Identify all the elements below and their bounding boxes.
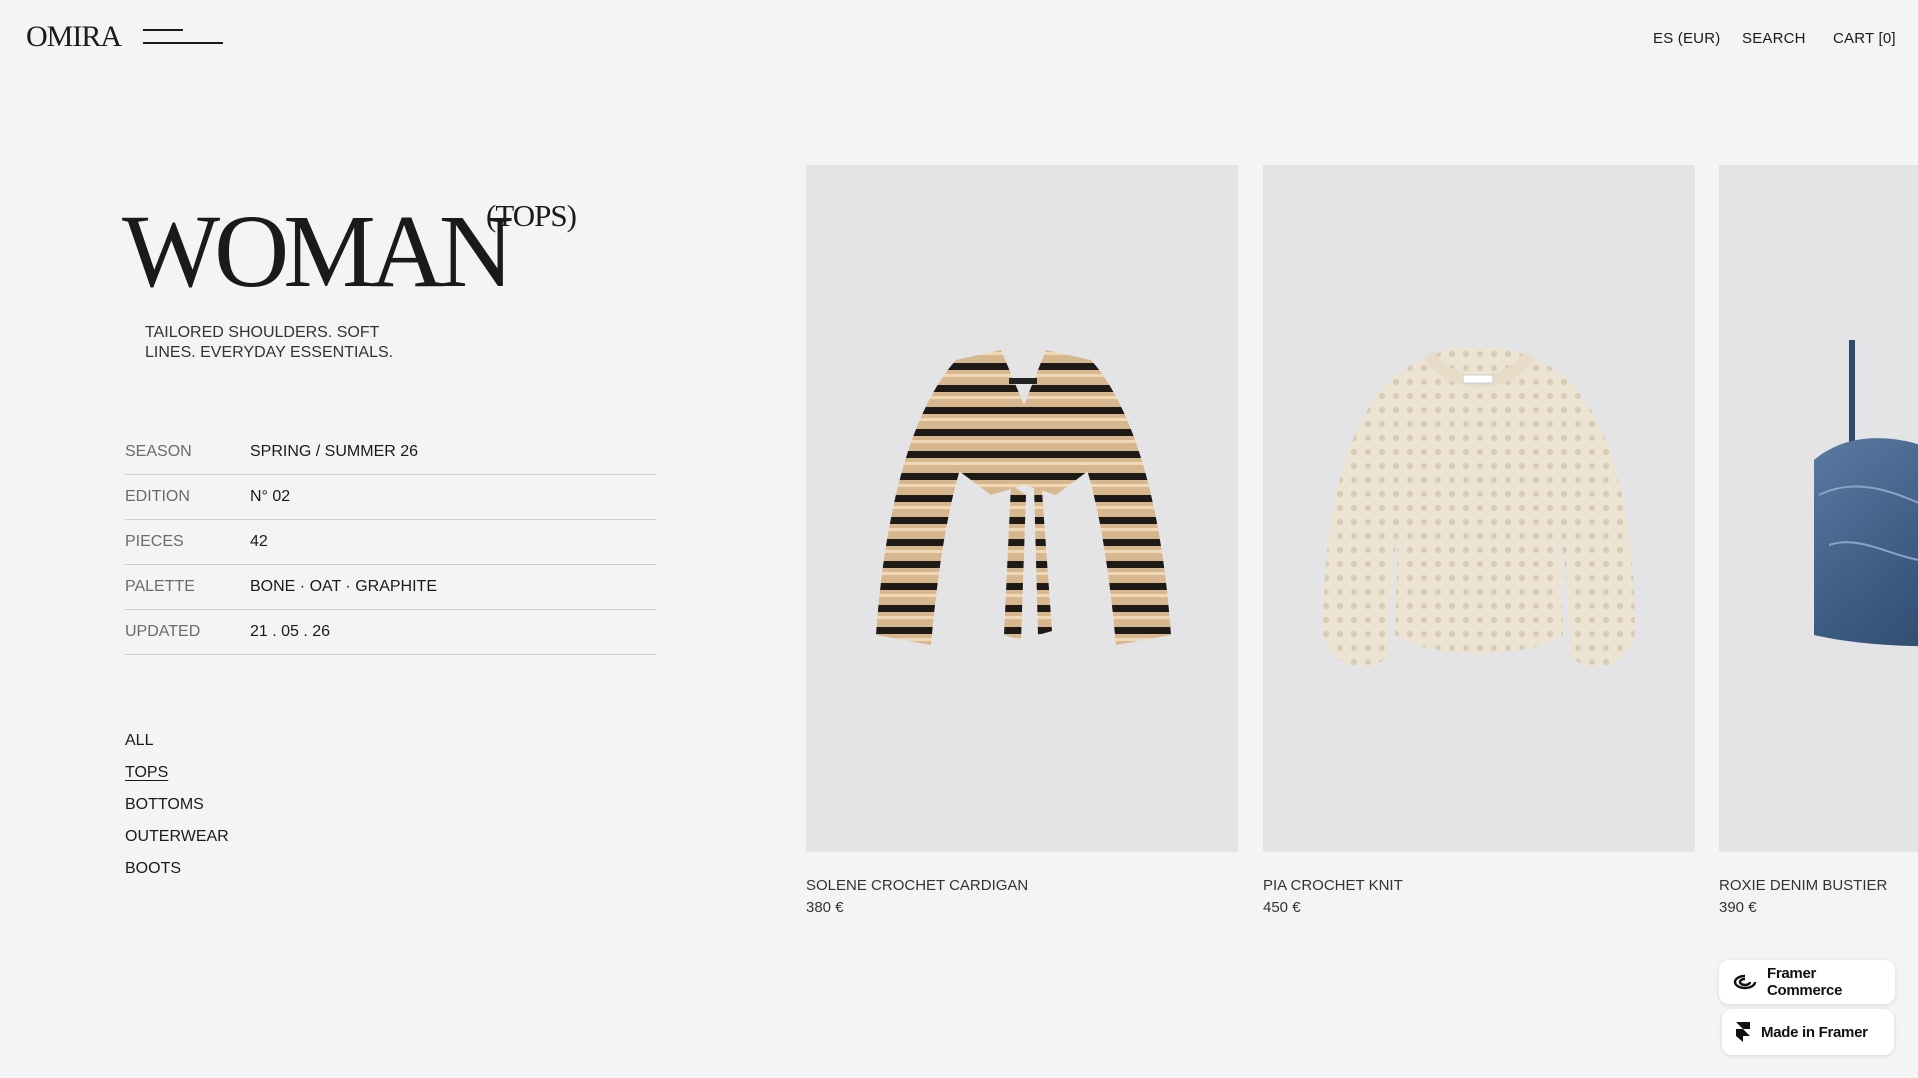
framer-commerce-label: Framer Commerce	[1766, 965, 1843, 999]
meta-row-edition: EDITION N° 02	[125, 475, 656, 520]
meta-label: SEASON	[125, 443, 192, 460]
category-label: OUTERWEAR	[125, 828, 229, 845]
product-card[interactable]: SOLENE CROCHET CARDIGAN 380 €	[806, 165, 1238, 916]
meta-value: 42	[250, 533, 268, 550]
collection-description: TAILORED SHOULDERS. SOFT LINES. EVERYDAY…	[145, 324, 394, 361]
meta-value: N° 02	[250, 488, 291, 505]
product-price: 390 €	[1719, 899, 1757, 916]
meta-value: BONE · OAT · GRAPHITE	[250, 578, 437, 595]
menu-icon[interactable]	[143, 29, 223, 47]
category-tops[interactable]: TOPS	[125, 762, 229, 794]
category-label: TOPS	[125, 764, 169, 781]
category-tag: (TOPS)	[486, 198, 577, 233]
cart-link[interactable]: CART [0]	[1833, 30, 1896, 47]
category-outerwear[interactable]: OUTERWEAR	[125, 826, 229, 858]
category-all[interactable]: ALL	[125, 730, 229, 762]
product-name[interactable]: PIA CROCHET KNIT	[1263, 877, 1695, 894]
meta-value: SPRING / SUMMER 26	[250, 443, 419, 460]
meta-value: 21 . 05 . 26	[250, 623, 331, 640]
made-in-framer-label: Made in Framer	[1761, 1023, 1868, 1041]
product-image[interactable]	[1719, 165, 1918, 852]
product-image[interactable]	[1263, 165, 1695, 852]
category-label: BOOTS	[125, 860, 182, 877]
meta-row-updated: UPDATED 21 . 05 . 26	[125, 610, 656, 655]
product-price: 380 €	[806, 899, 844, 916]
product-name[interactable]: ROXIE DENIM BUSTIER	[1719, 877, 1918, 894]
framer-logo-icon	[1736, 1022, 1750, 1042]
menu-line-long	[143, 42, 223, 44]
menu-line-short	[143, 29, 183, 31]
page-title: WOMAN	[122, 194, 514, 309]
meta-label: PALETTE	[125, 578, 195, 595]
denim-bustier-illustration	[1814, 340, 1918, 647]
product-name[interactable]: SOLENE CROCHET CARDIGAN	[806, 877, 1238, 894]
category-label: ALL	[125, 732, 154, 749]
meta-row-palette: PALETTE BONE · OAT · GRAPHITE	[125, 565, 656, 610]
category-filter-list: ALL TOPS BOTTOMS OUTERWEAR BOOTS	[125, 730, 229, 890]
category-label: BOTTOMS	[125, 796, 204, 813]
meta-label: UPDATED	[125, 623, 201, 640]
meta-label: EDITION	[125, 488, 190, 505]
search-link[interactable]: SEARCH	[1742, 30, 1806, 47]
meta-label: PIECES	[125, 533, 184, 550]
product-card[interactable]: ROXIE DENIM BUSTIER 390 €	[1719, 165, 1918, 916]
category-bottoms[interactable]: BOTTOMS	[125, 794, 229, 826]
crochet-cardigan-illustration	[876, 350, 1171, 645]
framer-commerce-icon	[1733, 974, 1757, 990]
region-selector[interactable]: ES (EUR)	[1653, 30, 1720, 47]
framer-commerce-badge[interactable]: Framer Commerce	[1719, 960, 1895, 1004]
meta-row-pieces: PIECES 42	[125, 520, 656, 565]
brand-logo[interactable]: OMIRA	[26, 20, 122, 54]
product-price: 450 €	[1263, 899, 1301, 916]
product-image[interactable]	[806, 165, 1238, 852]
collection-meta-table: SEASON SPRING / SUMMER 26 EDITION N° 02 …	[125, 430, 656, 655]
category-boots[interactable]: BOOTS	[125, 858, 229, 890]
made-in-framer-badge[interactable]: Made in Framer	[1722, 1009, 1894, 1055]
meta-row-season: SEASON SPRING / SUMMER 26	[125, 430, 656, 475]
product-card[interactable]: PIA CROCHET KNIT 450 €	[1263, 165, 1695, 916]
crochet-knit-illustration	[1323, 347, 1635, 667]
